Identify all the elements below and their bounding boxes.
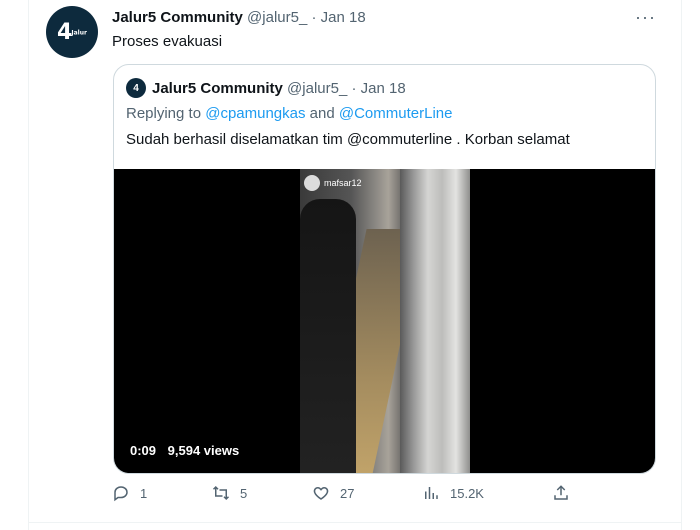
quoted-author-name: Jalur5 Community — [152, 79, 283, 97]
video-player[interactable]: mafsar12 0:09 9,594 views — [114, 169, 655, 473]
reply-and: and — [309, 105, 335, 122]
separator: · — [311, 9, 317, 26]
retweet-count: 5 — [240, 485, 248, 501]
quoted-handle: @jalur5_ — [287, 79, 348, 97]
like-button[interactable]: 27 — [312, 484, 354, 502]
avatar[interactable]: 4Jalur — [46, 6, 98, 58]
quoted-header: 4 Jalur5 Community @jalur5_ · Jan 18 — [126, 78, 406, 98]
video-train — [400, 169, 470, 473]
retweet-button[interactable]: 5 — [212, 484, 247, 502]
share-button[interactable] — [552, 484, 580, 502]
quoted-text: Sudah berhasil diselamatkan tim @commute… — [126, 131, 570, 148]
overlay-username: mafsar12 — [324, 178, 362, 188]
share-icon — [554, 485, 568, 500]
quoted-date: Jan 18 — [360, 79, 406, 97]
author-name[interactable]: Jalur5 Community — [112, 9, 243, 26]
video-meta: 0:09 9,594 views — [130, 443, 247, 458]
analytics-icon — [425, 487, 438, 499]
divider — [28, 522, 682, 523]
reply-count: 1 — [140, 485, 148, 501]
replying-to: Replying to @cpamungkas and @CommuterLin… — [126, 105, 452, 122]
separator: · — [351, 79, 357, 97]
tweet-date[interactable]: Jan 18 — [321, 9, 366, 26]
overlay-avatar — [304, 175, 320, 191]
retweet-icon — [212, 485, 230, 501]
reply-user-link[interactable]: @CommuterLine — [339, 105, 453, 122]
video-frame: mafsar12 — [300, 169, 470, 473]
author-handle[interactable]: @jalur5_ — [247, 9, 307, 26]
quoted-avatar: 4 — [126, 78, 146, 98]
like-count: 27 — [340, 485, 355, 501]
views-count: 15.2K — [450, 485, 484, 501]
video-duration: 0:09 — [130, 443, 157, 458]
quoted-tweet[interactable]: 4 Jalur5 Community @jalur5_ · Jan 18 Rep… — [113, 64, 656, 474]
reply-icon — [114, 486, 128, 502]
video-views: 9,594 views — [167, 443, 240, 458]
reply-prefix: Replying to — [126, 105, 202, 122]
video-person — [300, 199, 356, 473]
video-overlay-user: mafsar12 — [304, 175, 362, 191]
tweet-header: Jalur5 Community @jalur5_ · Jan 18 — [112, 9, 366, 27]
more-options-icon[interactable]: ··· — [635, 7, 656, 28]
reply-user-link[interactable]: @cpamungkas — [205, 105, 305, 122]
action-bar: 1 5 27 15.2K — [112, 484, 582, 512]
heart-icon — [313, 486, 329, 500]
tweet-text: Proses evakuasi — [112, 33, 223, 50]
views-button[interactable]: 15.2K — [422, 484, 484, 502]
logo-mark: 4Jalur — [57, 19, 87, 45]
reply-button[interactable]: 1 — [112, 484, 147, 502]
